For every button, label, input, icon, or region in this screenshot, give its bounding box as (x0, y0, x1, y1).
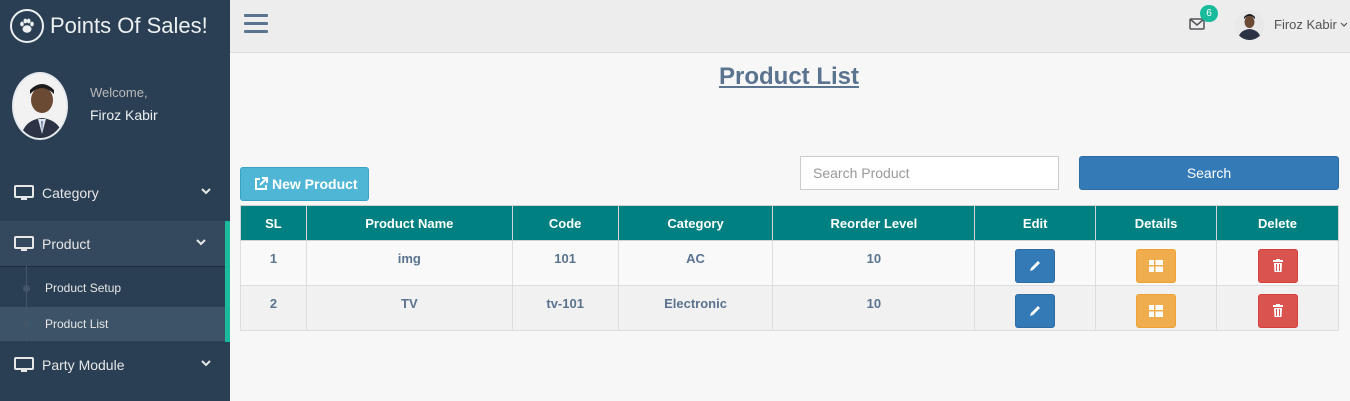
cell-delete (1216, 285, 1339, 331)
cell-delete (1216, 240, 1339, 286)
submenu-item-product-list[interactable]: Product List (0, 307, 225, 341)
app-title: Points Of Sales! (50, 13, 208, 38)
column-header: Category (617, 205, 774, 241)
cell-edit (974, 285, 1097, 331)
product-table: SL Product Name Code Category Reorder Le… (240, 205, 1339, 331)
sidebar-item-label: Party Module (42, 356, 125, 373)
active-indicator (225, 221, 230, 342)
page-title: Product List (719, 63, 860, 90)
user-menu-name[interactable]: Firoz Kabir (1274, 17, 1337, 32)
sidebar-item-label: Product (42, 235, 91, 252)
table-header-row: SL Product Name Code Category Reorder Le… (240, 205, 1339, 241)
chevron-down-icon (201, 188, 211, 195)
cell-edit (974, 240, 1097, 286)
sidebar-item-party-module[interactable]: Party Module (0, 342, 230, 387)
edit-button[interactable] (1015, 249, 1056, 283)
submenu-label: Product List (45, 317, 109, 331)
cell-reorder-level: 10 (772, 240, 976, 286)
avatar (12, 72, 68, 140)
delete-button[interactable] (1257, 294, 1298, 328)
top-nav: 6 Firoz Kabir (230, 0, 1350, 53)
chevron-down-icon (201, 360, 211, 367)
column-header: Details (1095, 205, 1218, 241)
profile-name: Firoz Kabir (90, 107, 158, 123)
column-header: Edit (974, 205, 1097, 241)
column-header: Delete (1216, 205, 1339, 241)
details-button[interactable] (1136, 294, 1177, 328)
monitor-icon (14, 356, 34, 372)
cell-category: AC (617, 240, 774, 286)
trash-icon (1272, 304, 1283, 317)
cell-product-name: TV (305, 285, 513, 331)
welcome-text: Welcome, (90, 85, 148, 100)
cell-code: 101 (511, 240, 619, 286)
pencil-icon (1030, 306, 1041, 316)
external-link-icon (255, 177, 268, 190)
submenu-dot (23, 285, 30, 292)
cell-details (1095, 240, 1218, 286)
search-input[interactable] (800, 156, 1059, 190)
sidebar: Points Of Sales! Welcome, Firoz Kabir Ca… (0, 0, 230, 401)
user-avatar[interactable] (1235, 11, 1264, 40)
edit-button[interactable] (1015, 294, 1056, 328)
cell-sl: 1 (240, 240, 307, 286)
sidebar-item-label: Category (42, 184, 99, 201)
column-header: Reorder Level (772, 205, 976, 241)
list-icon (1149, 260, 1164, 272)
monitor-icon (14, 235, 34, 251)
submenu-item-product-setup[interactable]: Product Setup (0, 271, 225, 305)
cell-reorder-level: 10 (772, 285, 976, 331)
cell-details (1095, 285, 1218, 331)
new-product-button[interactable]: New Product (240, 167, 369, 201)
brand[interactable]: Points Of Sales! (0, 0, 230, 52)
details-button[interactable] (1136, 249, 1177, 283)
profile-panel: Welcome, Firoz Kabir (0, 52, 230, 162)
menu-toggle-icon[interactable] (244, 14, 268, 34)
column-header: SL (240, 205, 307, 241)
cell-category: Electronic (617, 285, 774, 331)
cell-code: tv-101 (511, 285, 619, 331)
sidebar-item-category[interactable]: Category (0, 170, 230, 215)
column-header: Code (511, 205, 619, 241)
submenu-dot (23, 321, 30, 328)
pencil-icon (1030, 261, 1041, 271)
product-submenu: Product Setup Product List (0, 266, 225, 342)
table-row: 2 TV tv-101 Electronic 10 (240, 285, 1339, 331)
new-product-label: New Product (272, 176, 358, 192)
monitor-icon (14, 184, 34, 200)
table-row: 1 img 101 AC 10 (240, 240, 1339, 286)
sidebar-item-product[interactable]: Product (0, 221, 230, 266)
chevron-down-icon (196, 239, 206, 246)
delete-button[interactable] (1257, 249, 1298, 283)
cell-sl: 2 (240, 285, 307, 331)
submenu-label: Product Setup (45, 281, 122, 295)
paw-icon (10, 9, 44, 43)
cell-product-name: img (305, 240, 513, 286)
trash-icon (1272, 259, 1283, 272)
list-icon (1149, 305, 1164, 317)
column-header: Product Name (305, 205, 513, 241)
notification-badge: 6 (1200, 5, 1218, 22)
chevron-down-icon[interactable] (1340, 21, 1348, 29)
search-button[interactable]: Search (1079, 156, 1339, 190)
